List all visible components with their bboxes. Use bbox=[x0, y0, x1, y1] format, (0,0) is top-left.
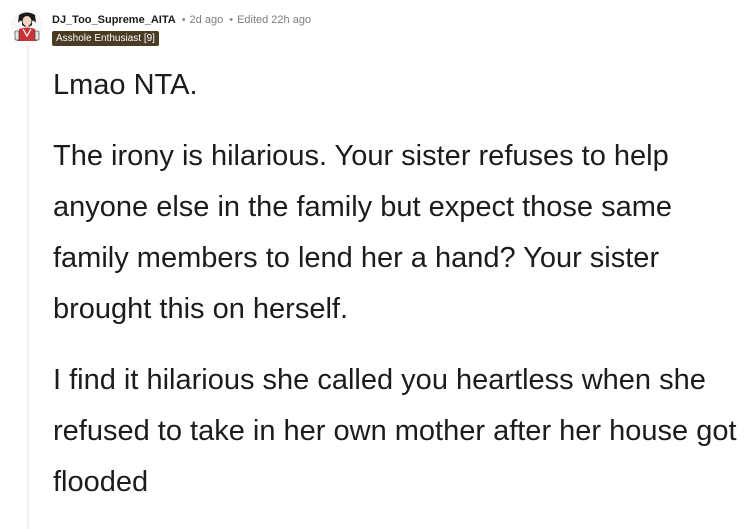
avatar-figure-icon bbox=[11, 10, 43, 42]
comment-header: DJ_Too_Supreme_AITA • 2d ago • Edited 22… bbox=[52, 12, 311, 28]
user-flair-badge: Asshole Enthusiast [9] bbox=[52, 31, 159, 46]
posted-time[interactable]: 2d ago bbox=[190, 14, 224, 26]
user-avatar-icon[interactable] bbox=[10, 9, 44, 43]
meta-separator: • bbox=[181, 14, 186, 26]
comment-body: Lmao NTA. The irony is hilarious. Your s… bbox=[53, 60, 743, 528]
comment-paragraph: The irony is hilarious. Your sister refu… bbox=[53, 140, 673, 325]
thread-collapse-line[interactable] bbox=[27, 46, 29, 529]
comment: DJ_Too_Supreme_AITA • 2d ago • Edited 22… bbox=[0, 0, 753, 529]
meta-separator: • bbox=[229, 14, 234, 26]
author-username[interactable]: DJ_Too_Supreme_AITA bbox=[52, 14, 176, 26]
comment-paragraph: I find it hilarious she called you heart… bbox=[53, 364, 737, 498]
comment-paragraph: Lmao NTA. bbox=[53, 69, 198, 101]
edited-time: Edited 22h ago bbox=[237, 14, 312, 26]
